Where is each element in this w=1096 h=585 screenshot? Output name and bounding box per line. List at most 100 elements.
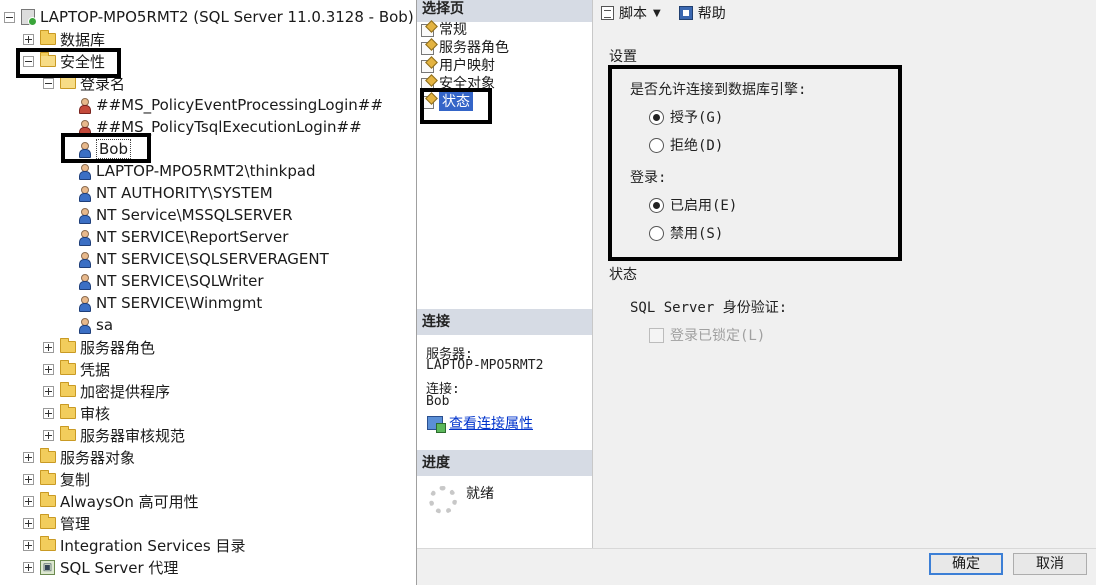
expand-icon[interactable] [23,33,34,45]
cancel-button[interactable]: 取消 [1013,553,1087,575]
expand-icon[interactable] [43,429,54,441]
tree-label: 登录名 [80,74,126,93]
tree-node-server[interactable]: LAPTOP-MPO5RMT2 (SQL Server 11.0.3128 - … [4,6,414,28]
tree-node-login[interactable]: NT SERVICE\SQLSERVERAGENT [77,248,329,270]
folder-icon [60,338,76,353]
permission-question: 是否允许连接到数据库引擎: [630,82,807,98]
tree-node-databases[interactable]: 数据库 [23,28,105,50]
tree-label: Integration Services 目录 [60,536,246,555]
page-label: 状态 [439,91,473,111]
tree-node-login[interactable]: NT SERVICE\Winmgmt [77,292,262,314]
dialog-toolbar: 脚本 ▼ 帮助 [593,0,1096,26]
tree-label: LAPTOP-MPO5RMT2 (SQL Server 11.0.3128 - … [40,8,414,26]
tree-node-login[interactable]: sa [77,314,113,336]
tree-node-security[interactable]: 安全性 [23,50,105,72]
tree-node-management[interactable]: 管理 [23,512,90,534]
radio-unchecked-icon [649,137,664,153]
folder-icon [40,30,56,45]
tree-node-sql-agent[interactable]: ▣ SQL Server 代理 [23,556,178,578]
tree-label: NT SERVICE\SQLSERVERAGENT [96,250,329,268]
expand-icon[interactable] [43,341,54,353]
expand-icon[interactable] [23,451,34,463]
tree-node-login[interactable]: ##MS_PolicyEventProcessingLogin## [77,94,383,116]
tree-label: 管理 [60,514,91,533]
folder-icon [60,426,76,441]
page-securables[interactable]: 安全对象 [421,74,495,92]
tree-node-replication[interactable]: 复制 [23,468,90,490]
tree-node-login[interactable]: LAPTOP-MPO5RMT2\thinkpad [77,160,316,182]
tree-label: NT SERVICE\SQLWriter [96,272,264,290]
expand-icon[interactable] [23,517,34,529]
expand-icon[interactable] [43,363,54,375]
help-button[interactable]: 帮助 [678,3,726,23]
tree-node-login[interactable]: NT SERVICE\SQLWriter [77,270,264,292]
page-server-roles[interactable]: 服务器角色 [421,38,509,56]
page-label: 常规 [439,22,467,38]
login-locked-checkbox[interactable]: 登录已锁定(L) [649,325,765,345]
folder-icon [40,448,56,463]
tree-node-login[interactable]: NT AUTHORITY\SYSTEM [77,182,273,204]
page-status[interactable]: 状态 [421,91,473,111]
tree-node-login[interactable]: ##MS_PolicyTsqlExecutionLogin## [77,116,362,138]
login-properties-dialog: 选择页 常规 服务器角色 用户映射 安全对象 状态 连接 服务器: LAPTOP… [416,0,1096,585]
tree-node-integration-services[interactable]: Integration Services 目录 [23,534,245,556]
tree-label: NT AUTHORITY\SYSTEM [96,184,273,202]
grant-radio[interactable]: 授予(G) [649,107,723,127]
page-icon [421,22,435,37]
disabled-radio[interactable]: 禁用(S) [649,223,723,243]
folder-icon [40,536,56,551]
object-explorer-tree: LAPTOP-MPO5RMT2 (SQL Server 11.0.3128 - … [0,0,416,585]
collapse-icon[interactable] [23,55,34,67]
dropdown-arrow-icon[interactable]: ▼ [653,8,661,19]
tree-label: 加密提供程序 [80,382,171,401]
server-icon [21,9,37,26]
expand-icon[interactable] [43,407,54,419]
disabled-login-icon [77,119,91,136]
view-connection-properties-link[interactable]: 查看连接属性 [427,413,533,433]
auth-label: SQL Server 身份验证: [630,300,788,316]
progress-status: 就绪 [466,486,494,502]
tree-node-server-roles[interactable]: 服务器角色 [43,336,155,358]
enabled-radio[interactable]: 已启用(E) [649,195,737,215]
expand-icon[interactable] [43,385,54,397]
page-general[interactable]: 常规 [421,20,467,38]
expand-icon[interactable] [23,495,34,507]
ok-button[interactable]: 确定 [929,553,1003,575]
deny-radio[interactable]: 拒绝(D) [649,135,723,155]
tree-node-logins[interactable]: 登录名 [43,72,125,94]
folder-icon [40,470,56,485]
status-title: 状态 [609,267,637,283]
expand-icon[interactable] [23,539,34,551]
server-value: LAPTOP-MPO5RMT2 [426,358,544,373]
tree-label: NT SERVICE\ReportServer [96,228,289,246]
tree-label: LAPTOP-MPO5RMT2\thinkpad [96,162,316,180]
tree-node-audits[interactable]: 审核 [43,402,110,424]
collapse-icon[interactable] [4,11,15,23]
tree-node-login[interactable]: NT SERVICE\ReportServer [77,226,288,248]
expand-icon[interactable] [23,561,34,573]
login-icon [77,185,91,202]
tree-node-audit-specs[interactable]: 服务器审核规范 [43,424,185,446]
settings-title: 设置 [609,49,637,65]
folder-icon [60,382,76,397]
tree-label: 审核 [80,404,111,423]
collapse-icon[interactable] [43,77,54,89]
tree-node-alwayson[interactable]: AlwaysOn 高可用性 [23,490,199,512]
expand-icon[interactable] [23,473,34,485]
tree-node-crypto-providers[interactable]: 加密提供程序 [43,380,170,402]
folder-icon [40,492,56,507]
page-user-mapping[interactable]: 用户映射 [421,56,495,74]
tree-label: SQL Server 代理 [60,558,179,577]
login-icon [77,163,91,180]
tree-label: ##MS_PolicyEventProcessingLogin## [96,96,383,114]
tree-node-login[interactable]: NT Service\MSSQLSERVER [77,204,293,226]
radio-checked-icon [649,197,664,213]
tree-node-login-bob[interactable]: Bob [77,138,131,160]
tree-label: 服务器审核规范 [80,426,186,445]
login-icon [77,317,91,334]
tree-node-server-objects[interactable]: 服务器对象 [23,446,135,468]
connection-header: 连接 [417,309,592,335]
tree-node-credentials[interactable]: 凭据 [43,358,110,380]
script-button[interactable]: 脚本 ▼ [601,3,669,23]
progress-header: 进度 [417,450,592,476]
